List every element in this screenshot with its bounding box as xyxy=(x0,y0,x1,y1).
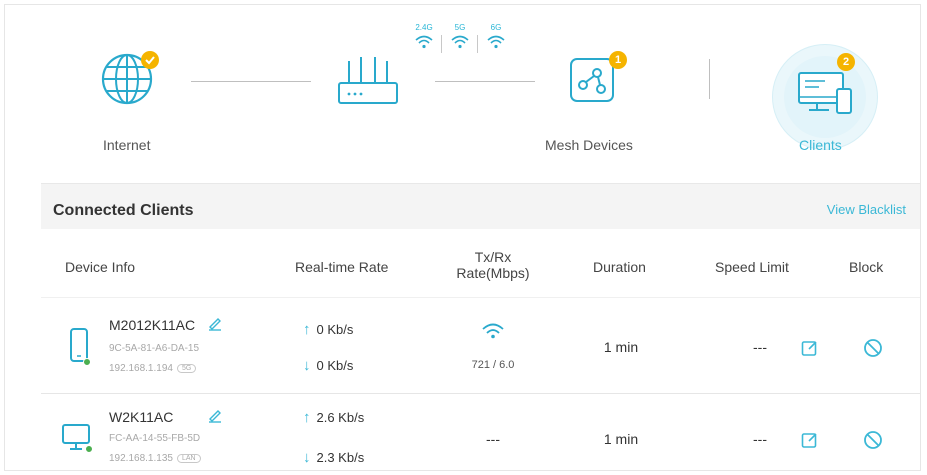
speed-limit-value: --- xyxy=(753,339,767,355)
up-arrow-icon: ↑ xyxy=(303,321,311,338)
clients-node[interactable]: 2 Clients xyxy=(773,45,877,161)
download-rate: ↓ 0 Kb/s xyxy=(303,357,353,374)
device-ip: 192.168.1.135 xyxy=(109,453,173,464)
header-txrx: Tx/Rx Rate(Mbps) xyxy=(443,249,543,281)
edit-speed-limit-icon[interactable] xyxy=(801,339,819,357)
header-speed-limit: Speed Limit xyxy=(715,259,789,275)
network-topology: Internet 2.4G 5G 6G 1 Mesh Devices 2 Cli… xyxy=(5,5,920,185)
duration: 1 min xyxy=(603,431,639,447)
row-separator xyxy=(41,393,920,394)
phone-icon xyxy=(70,328,91,366)
header-device-info: Device Info xyxy=(65,259,136,275)
wifi-icon xyxy=(487,35,505,49)
connection-tag: 5G xyxy=(176,364,197,373)
header-txrx-line2: Rate(Mbps) xyxy=(456,265,530,281)
upload-value: 2.6 Kb/s xyxy=(316,410,365,425)
band-label: 6G xyxy=(490,23,502,32)
device-mac: 9C-5A-81-A6-DA-15 xyxy=(109,343,200,354)
duration: 1 min xyxy=(603,339,639,355)
band-label: 5G xyxy=(454,23,466,32)
header-row-separator xyxy=(41,297,920,298)
table-row[interactable]: W2K11AC FC-AA-14-55-FB-5D 192.168.1.135 L… xyxy=(41,395,920,470)
download-rate: ↓ 2.3 Kb/s xyxy=(303,449,364,466)
band-label: 2.4G xyxy=(415,23,433,32)
clients-label: Clients xyxy=(799,137,842,153)
device-ip-line: 192.168.1.194 5G xyxy=(109,363,197,374)
internet-router-link xyxy=(191,81,311,82)
upload-rate: ↑ 0 Kb/s xyxy=(303,321,353,338)
block-icon[interactable] xyxy=(863,338,883,358)
mesh-devices-node[interactable]: 1 Mesh Devices xyxy=(545,51,655,161)
panel-title: Connected Clients xyxy=(53,202,194,219)
device-mac: FC-AA-14-55-FB-5D xyxy=(109,433,201,444)
block-icon[interactable] xyxy=(863,430,883,450)
wifi-signal-icon xyxy=(482,323,504,339)
band-separator xyxy=(477,35,478,53)
txrx-rate: 721 / 6.0 xyxy=(471,359,515,371)
download-value: 2.3 Kb/s xyxy=(316,450,365,465)
down-arrow-icon: ↓ xyxy=(303,449,311,466)
wifi-icon xyxy=(451,35,469,49)
device-name: W2K11AC xyxy=(109,409,174,425)
speed-limit-value: --- xyxy=(753,431,767,447)
check-icon xyxy=(145,56,155,65)
desktop-icon xyxy=(62,424,93,453)
edit-speed-limit-icon[interactable] xyxy=(801,431,819,449)
header-txrx-line1: Tx/Rx xyxy=(474,249,512,265)
down-arrow-icon: ↓ xyxy=(303,357,311,374)
upload-rate: ↑ 2.6 Kb/s xyxy=(303,409,364,426)
router-mesh-link xyxy=(435,81,535,82)
band-separator xyxy=(441,35,442,53)
view-blacklist-link[interactable]: View Blacklist xyxy=(827,202,906,217)
header-block: Block xyxy=(849,259,884,275)
connection-tag: LAN xyxy=(176,454,201,463)
mesh-count-badge: 1 xyxy=(609,51,627,69)
router-node[interactable] xyxy=(335,53,401,109)
internet-label: Internet xyxy=(103,137,151,153)
devices-icon xyxy=(798,72,852,114)
mesh-devices-label: Mesh Devices xyxy=(545,137,633,153)
device-name: M2012K11AC xyxy=(109,317,196,333)
upload-value: 0 Kb/s xyxy=(316,322,354,337)
up-arrow-icon: ↑ xyxy=(303,409,311,426)
header-duration: Duration xyxy=(593,259,646,275)
download-value: 0 Kb/s xyxy=(316,358,354,373)
edit-name-icon[interactable] xyxy=(207,315,223,331)
header-realtime-rate: Real-time Rate xyxy=(295,259,389,275)
edit-name-icon[interactable] xyxy=(207,407,223,423)
panel-header: Connected Clients View Blacklist xyxy=(41,183,920,229)
router-icon xyxy=(338,57,398,104)
clients-count-badge: 2 xyxy=(837,53,855,71)
device-ip-line: 192.168.1.135 LAN xyxy=(109,453,201,464)
internet-node[interactable]: Internet xyxy=(99,51,159,161)
connected-clients-panel: Connected Clients View Blacklist Device … xyxy=(41,183,920,470)
table-row[interactable]: M2012K11AC 9C-5A-81-A6-DA-15 192.168.1.1… xyxy=(41,299,920,393)
vertical-divider xyxy=(709,59,710,99)
wifi-bands: 2.4G 5G 6G xyxy=(409,23,509,63)
network-map-frame: Internet 2.4G 5G 6G 1 Mesh Devices 2 Cli… xyxy=(4,4,921,471)
device-ip: 192.168.1.194 xyxy=(109,363,173,374)
wifi-icon xyxy=(415,35,433,49)
txrx-rate: --- xyxy=(486,431,500,447)
internet-status-badge xyxy=(141,51,159,69)
